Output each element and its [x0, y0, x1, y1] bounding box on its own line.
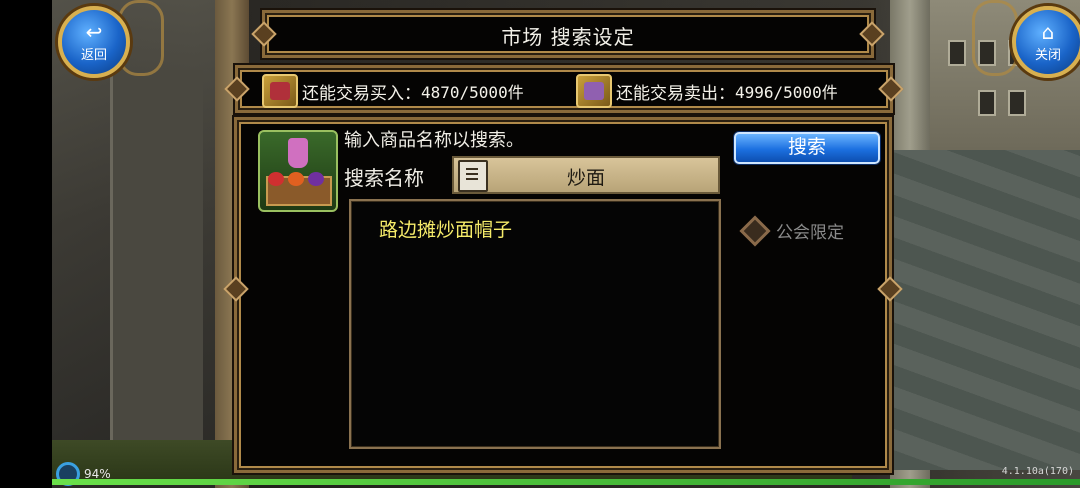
back-button-label: 返回: [80, 48, 107, 63]
title-bar: 市场 搜索设定: [262, 10, 874, 58]
background-door: [110, 70, 203, 450]
guild-limit-label: 公会限定: [776, 223, 844, 243]
close-button[interactable]: ⌂ 关闭: [1012, 6, 1080, 78]
sell-chest-icon: [576, 74, 612, 108]
search-button[interactable]: 搜索: [734, 132, 880, 164]
market-stall-icon: [258, 130, 338, 212]
experience-bar-fill: [52, 479, 1080, 485]
search-name-label: 搜索名称: [344, 166, 424, 190]
close-button-label: 关闭: [1034, 48, 1061, 63]
search-input[interactable]: 炒面: [452, 156, 720, 194]
buy-limit-value: 4870/5000件: [421, 83, 524, 102]
buy-chest-icon: [262, 74, 298, 108]
back-button[interactable]: ↩ 返回: [58, 6, 130, 78]
search-results-list[interactable]: 路边摊炒面帽子: [349, 199, 721, 449]
sell-limit-value: 4996/5000件: [735, 83, 838, 102]
background-floor: [890, 150, 1080, 470]
home-icon: ⌂: [1041, 20, 1055, 44]
buy-limit-label: 还能交易买入：: [302, 83, 421, 104]
list-item[interactable]: 路边摊炒面帽子: [379, 215, 512, 242]
diamond-checkbox-icon: [739, 214, 771, 247]
sell-limit: 还能交易卖出： 4996/5000件: [576, 74, 838, 108]
corner-ornament: [972, 0, 1018, 76]
trade-limit-bar: 还能交易买入： 4870/5000件 还能交易卖出： 4996/5000件: [235, 65, 893, 113]
version-label: 4.1.10a(170): [1001, 466, 1074, 477]
screen-inset: [0, 0, 52, 488]
sell-limit-label: 还能交易卖出：: [616, 83, 735, 104]
page-title: 市场 搜索设定: [501, 25, 635, 49]
building-window: [1008, 90, 1026, 116]
building-window: [978, 90, 996, 116]
experience-bar: [52, 479, 1080, 485]
buy-limit: 还能交易买入： 4870/5000件: [262, 74, 524, 108]
search-input-value: 炒面: [566, 167, 605, 189]
back-arrow-icon: ↩: [85, 20, 103, 44]
guild-limit-toggle[interactable]: 公会限定: [739, 214, 844, 247]
search-prompt: 输入商品名称以搜索。: [344, 130, 524, 151]
building-window: [948, 40, 966, 66]
